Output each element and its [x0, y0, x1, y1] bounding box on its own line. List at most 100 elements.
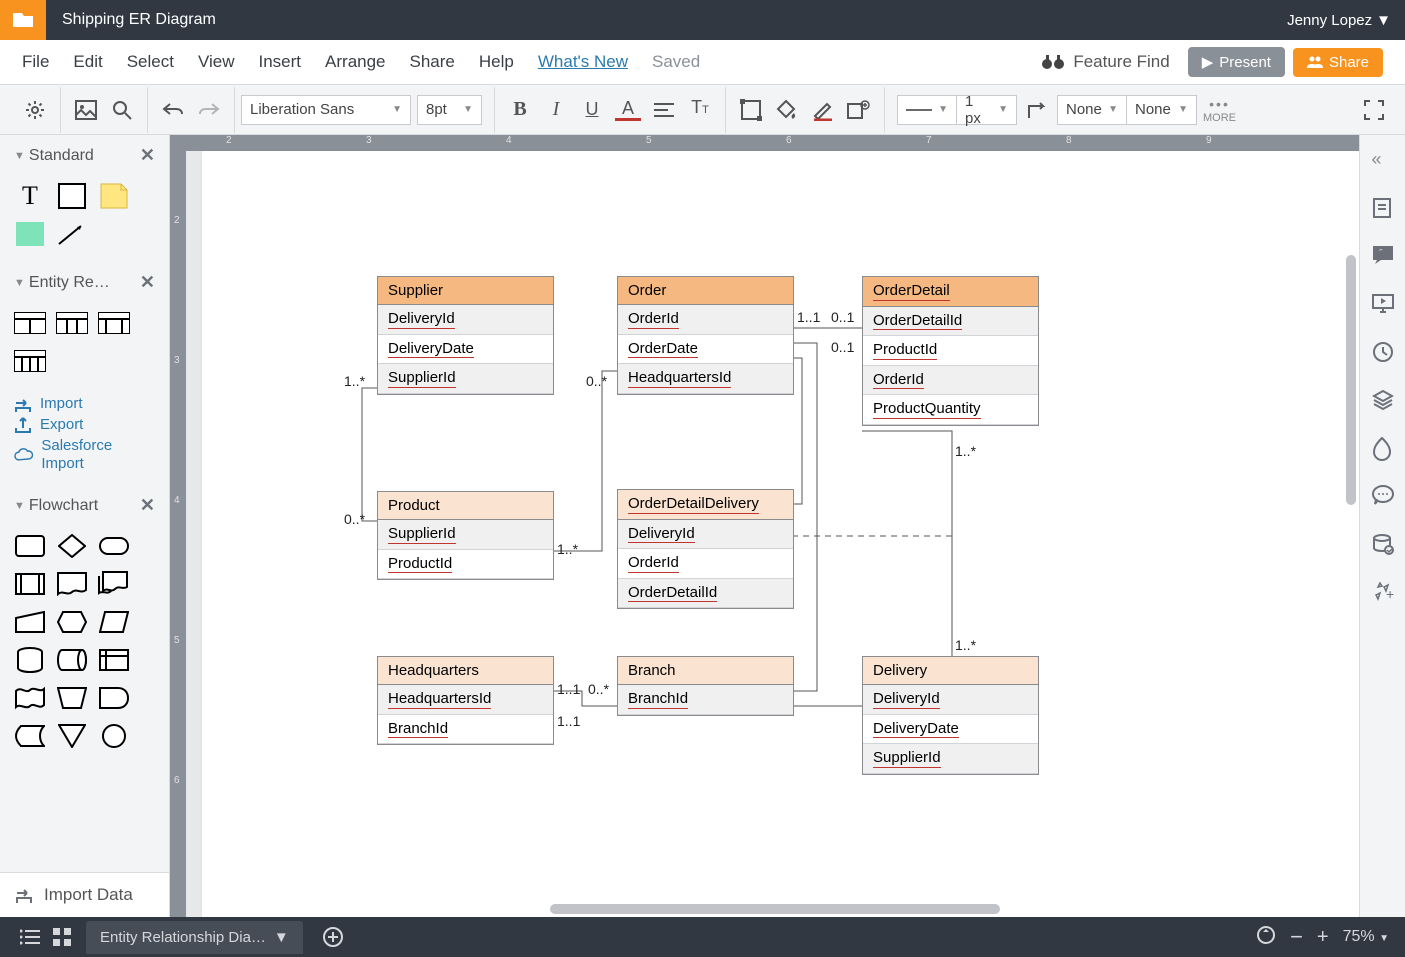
line-style-select[interactable]: ▼: [897, 95, 957, 125]
fc-multidoc[interactable]: [98, 570, 130, 598]
table-orderdetail[interactable]: OrderDetail OrderDetailId ProductId Orde…: [862, 276, 1039, 426]
document-title[interactable]: Shipping ER Diagram: [62, 11, 216, 29]
er-4col-shape[interactable]: [98, 309, 130, 337]
search-icon[interactable]: [109, 97, 135, 123]
menu-whats-new[interactable]: What's New: [538, 52, 628, 72]
image-icon[interactable]: [73, 97, 99, 123]
section-standard[interactable]: ▼ Standard ✕: [0, 135, 169, 176]
fc-preparation[interactable]: [56, 608, 88, 636]
table-delivery[interactable]: Delivery DeliveryId DeliveryDate Supplie…: [862, 656, 1039, 775]
menu-arrange[interactable]: Arrange: [325, 52, 385, 72]
zoom-level[interactable]: 75% ▼: [1343, 928, 1389, 946]
underline-icon[interactable]: U: [579, 97, 605, 123]
fullscreen-icon[interactable]: [1361, 97, 1387, 123]
er-2col-shape[interactable]: [14, 309, 46, 337]
actions-icon[interactable]: +: [1372, 581, 1394, 603]
menu-file[interactable]: File: [22, 52, 49, 72]
fc-delay[interactable]: [98, 684, 130, 712]
salesforce-import-link[interactable]: Salesforce Import: [14, 435, 155, 475]
bold-icon[interactable]: B: [507, 97, 533, 123]
grid-view-icon[interactable]: [46, 928, 78, 946]
fontsize-select[interactable]: 8pt ▼: [417, 95, 482, 125]
er-5col-shape[interactable]: [14, 347, 46, 375]
border-color-icon[interactable]: [810, 97, 836, 123]
text-size-icon[interactable]: TT: [687, 97, 713, 123]
table-order[interactable]: Order OrderId OrderDate HeadquartersId: [617, 276, 794, 395]
fc-merge[interactable]: [56, 722, 88, 750]
list-view-icon[interactable]: [14, 929, 46, 945]
user-menu[interactable]: Jenny Lopez ▼: [1287, 12, 1391, 29]
menu-view[interactable]: View: [198, 52, 235, 72]
data-icon[interactable]: [1372, 533, 1394, 555]
hotspot-shape[interactable]: [14, 220, 46, 248]
sync-icon[interactable]: [1256, 925, 1276, 950]
text-color-icon[interactable]: A: [615, 99, 641, 121]
fc-process[interactable]: [14, 532, 46, 560]
fill-icon[interactable]: [774, 97, 800, 123]
er-3col-shape[interactable]: [56, 309, 88, 337]
fc-database[interactable]: [14, 646, 46, 674]
layers-icon[interactable]: [1372, 389, 1394, 411]
arrow-end-select[interactable]: None ▼: [1127, 95, 1197, 125]
fc-data[interactable]: [98, 608, 130, 636]
shape-icon[interactable]: [738, 97, 764, 123]
fc-manual-input[interactable]: [14, 608, 46, 636]
comments-icon[interactable]: ˝: [1372, 245, 1394, 267]
table-headquarters[interactable]: Headquarters HeadquartersId BranchId: [377, 656, 554, 745]
table-orderdetaildelivery[interactable]: OrderDetailDelivery DeliveryId OrderId O…: [617, 489, 794, 609]
zoom-in-icon[interactable]: +: [1317, 926, 1329, 949]
block-shape[interactable]: [56, 182, 88, 210]
close-icon[interactable]: ✕: [140, 495, 155, 516]
line-width-select[interactable]: 1 px ▼: [957, 95, 1017, 125]
menu-select[interactable]: Select: [127, 52, 174, 72]
clipboard-icon[interactable]: [1372, 197, 1394, 219]
scrollbar-horizontal[interactable]: [550, 904, 1000, 914]
theme-icon[interactable]: [1372, 437, 1394, 459]
more-button[interactable]: ••• MORE: [1203, 96, 1236, 124]
fc-internal[interactable]: [98, 646, 130, 674]
arrow-start-select[interactable]: None ▼: [1057, 95, 1127, 125]
menu-edit[interactable]: Edit: [73, 52, 102, 72]
scrollbar-vertical[interactable]: [1346, 255, 1356, 505]
page-tab[interactable]: Entity Relationship Dia… ▼: [86, 921, 303, 954]
import-data-button[interactable]: Import Data: [0, 872, 169, 917]
collapse-panel-icon[interactable]: «: [1372, 149, 1394, 171]
menu-help[interactable]: Help: [479, 52, 514, 72]
share-button[interactable]: Share: [1293, 48, 1383, 77]
table-branch[interactable]: Branch BranchId: [617, 656, 794, 716]
menu-insert[interactable]: Insert: [259, 52, 302, 72]
arrow-shape[interactable]: [56, 220, 88, 248]
table-supplier[interactable]: Supplier DeliveryId DeliveryDate Supplie…: [377, 276, 554, 395]
align-icon[interactable]: [651, 97, 677, 123]
import-link[interactable]: Import: [14, 393, 155, 414]
menu-share[interactable]: Share: [410, 52, 455, 72]
present-panel-icon[interactable]: [1372, 293, 1394, 315]
redo-icon[interactable]: [196, 97, 222, 123]
zoom-out-icon[interactable]: −: [1290, 924, 1303, 950]
italic-icon[interactable]: I: [543, 97, 569, 123]
table-product[interactable]: Product SupplierId ProductId: [377, 491, 554, 580]
section-entity[interactable]: ▼ Entity Re… ✕: [0, 262, 169, 303]
undo-icon[interactable]: [160, 97, 186, 123]
export-link[interactable]: Export: [14, 414, 155, 435]
canvas-page[interactable]: Supplier DeliveryId DeliveryDate Supplie…: [202, 151, 1359, 917]
chat-icon[interactable]: [1372, 485, 1394, 507]
text-shape[interactable]: T: [14, 182, 46, 210]
close-icon[interactable]: ✕: [140, 145, 155, 166]
fc-tape[interactable]: [14, 684, 46, 712]
feature-find[interactable]: Feature Find: [1041, 52, 1169, 72]
fc-manual-op[interactable]: [56, 684, 88, 712]
gear-icon[interactable]: [22, 97, 48, 123]
fc-direct-data[interactable]: [56, 646, 88, 674]
shape-options-icon[interactable]: [846, 97, 872, 123]
history-icon[interactable]: [1372, 341, 1394, 363]
app-logo[interactable]: [0, 0, 46, 40]
line-route-icon[interactable]: [1025, 97, 1051, 123]
fc-terminator[interactable]: [98, 532, 130, 560]
fc-predef[interactable]: [14, 570, 46, 598]
present-button[interactable]: ▶ Present: [1188, 47, 1285, 77]
fc-decision[interactable]: [56, 532, 88, 560]
note-shape[interactable]: [98, 182, 130, 210]
fc-connector[interactable]: [98, 722, 130, 750]
close-icon[interactable]: ✕: [140, 272, 155, 293]
